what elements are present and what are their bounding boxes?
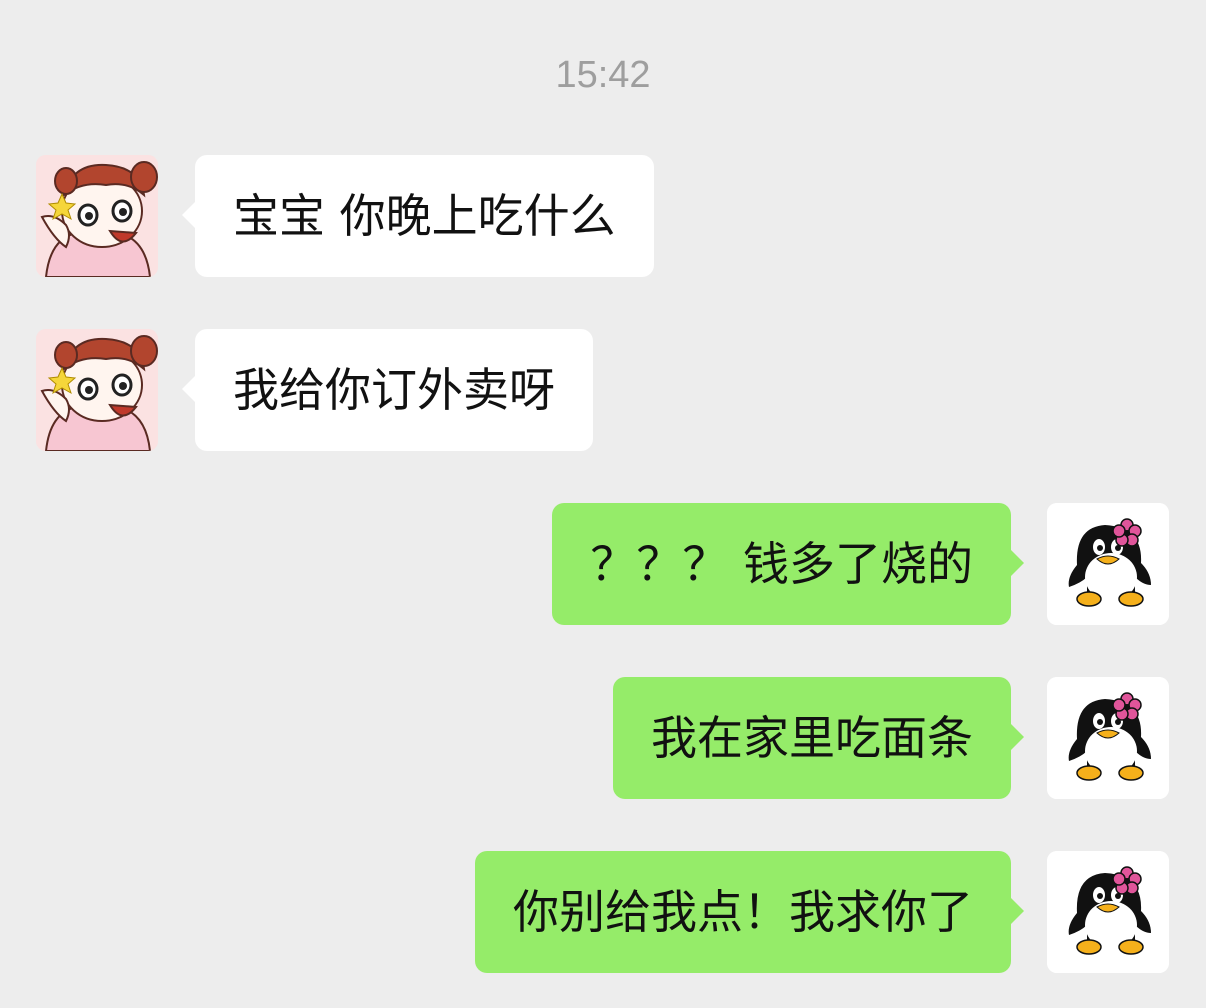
message-bubble-incoming[interactable]: 宝宝 你晚上吃什么 bbox=[182, 155, 654, 277]
message-timestamp: 15:42 bbox=[555, 54, 651, 96]
girl-avatar-image bbox=[36, 329, 158, 451]
penguin-avatar[interactable] bbox=[1047, 851, 1169, 973]
girl-avatar-image bbox=[36, 155, 158, 277]
penguin-avatar-image bbox=[1047, 503, 1169, 625]
penguin-avatar-image bbox=[1047, 851, 1169, 973]
message-bubble-outgoing[interactable]: 我在家里吃面条 bbox=[613, 677, 1024, 799]
penguin-avatar[interactable] bbox=[1047, 503, 1169, 625]
message-bubble-outgoing[interactable]: 你别给我点！我求你了 bbox=[475, 851, 1024, 973]
girl-avatar[interactable] bbox=[36, 329, 158, 451]
penguin-avatar[interactable] bbox=[1047, 677, 1169, 799]
chat-view: 15:42 宝宝 你晚上吃什么 我给你订外卖呀 ？？？ 钱多了烧的 我在家里吃面… bbox=[0, 0, 1206, 1008]
message-bubble-outgoing[interactable]: ？？？ 钱多了烧的 bbox=[552, 503, 1024, 625]
message-bubble-incoming[interactable]: 我给你订外卖呀 bbox=[182, 329, 593, 451]
penguin-avatar-image bbox=[1047, 677, 1169, 799]
girl-avatar[interactable] bbox=[36, 155, 158, 277]
